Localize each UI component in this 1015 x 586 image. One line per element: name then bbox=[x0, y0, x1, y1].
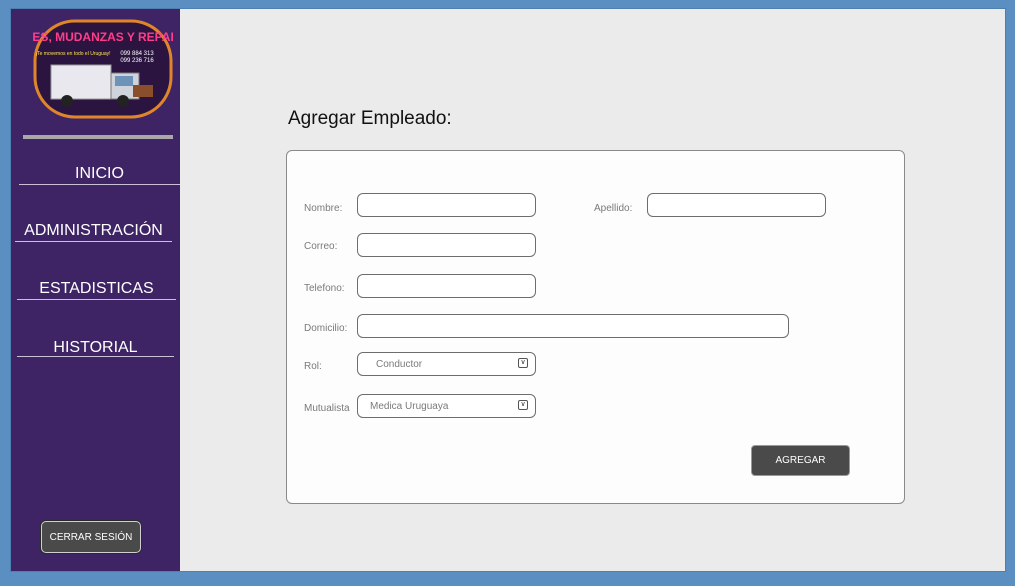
svg-text:FLETES, MUDANZAS Y REPARTOS: FLETES, MUDANZAS Y REPARTOS bbox=[33, 30, 173, 44]
dropdown-arrow-icon: ∨ bbox=[518, 400, 528, 410]
svg-text:099 884 313: 099 884 313 bbox=[120, 51, 154, 57]
nav-item-estadisticas[interactable]: ESTADISTICAS bbox=[17, 278, 176, 300]
nav-item-administracion[interactable]: ADMINISTRACIÓN bbox=[15, 220, 172, 242]
company-logo: FLETES, MUDANZAS Y REPARTOS ¡Te movemos … bbox=[33, 19, 173, 119]
dropdown-arrow-icon: ∨ bbox=[518, 358, 528, 368]
nombre-label: Nombre: bbox=[304, 203, 343, 214]
svg-text:¡Te movemos en todo el Uruguay: ¡Te movemos en todo el Uruguay! bbox=[35, 51, 110, 57]
nav-item-historial[interactable]: HISTORIAL bbox=[17, 339, 174, 357]
employee-form: Nombre: Apellido: Correo: Telefono: Domi… bbox=[286, 150, 905, 504]
apellido-label: Apellido: bbox=[594, 203, 633, 214]
mutualista-select[interactable]: Medica Uruguaya ∨ bbox=[357, 394, 536, 418]
nav-item-inicio[interactable]: INICIO bbox=[19, 163, 180, 185]
agregar-button[interactable]: AGREGAR bbox=[751, 445, 850, 476]
telefono-input[interactable] bbox=[357, 274, 536, 298]
correo-label: Correo: bbox=[304, 241, 338, 252]
rol-select[interactable]: Conductor ∨ bbox=[357, 352, 536, 376]
svg-text:099 236 716: 099 236 716 bbox=[120, 58, 154, 64]
page-title: Agregar Empleado: bbox=[288, 108, 452, 129]
telefono-label: Telefono: bbox=[304, 283, 345, 294]
mutualista-select-value: Medica Uruguaya bbox=[370, 400, 449, 412]
rol-label: Rol: bbox=[304, 361, 322, 372]
mutualista-label: Mutualista bbox=[304, 403, 350, 414]
logo-divider bbox=[23, 135, 173, 139]
domicilio-input[interactable] bbox=[357, 314, 789, 338]
correo-input[interactable] bbox=[357, 233, 536, 257]
rol-select-value: Conductor bbox=[376, 358, 423, 370]
nombre-input[interactable] bbox=[357, 193, 536, 217]
logout-button[interactable]: CERRAR SESIÓN bbox=[41, 521, 141, 553]
sidebar: FLETES, MUDANZAS Y REPARTOS ¡Te movemos … bbox=[11, 9, 180, 571]
domicilio-label: Domicilio: bbox=[304, 323, 348, 334]
app-window: FLETES, MUDANZAS Y REPARTOS ¡Te movemos … bbox=[10, 8, 1006, 572]
apellido-input[interactable] bbox=[647, 193, 826, 217]
